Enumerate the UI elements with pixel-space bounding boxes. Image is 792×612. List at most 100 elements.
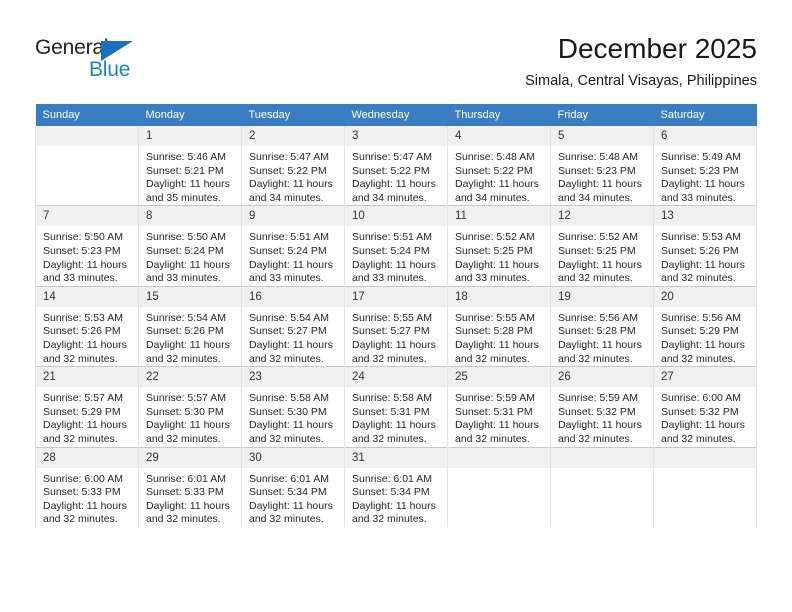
calendar-day-cell[interactable]: 17 Sunrise: 5:55 AM Sunset: 5:27 PM Dayligh… xyxy=(344,285,448,367)
day-daylight-line1-text: Daylight: 11 hours xyxy=(249,419,333,432)
day-number: 31 xyxy=(345,447,447,468)
calendar-day-cell[interactable]: 21 Sunrise: 5:57 AM Sunset: 5:29 PM Dayligh… xyxy=(35,366,139,447)
day-sun-info: Sunrise: 6:01 AM Sunset: 5:34 PM Daylight:… xyxy=(345,468,447,527)
day-number: 9 xyxy=(242,206,344,227)
day-number: 23 xyxy=(242,367,344,388)
calendar-week-row: 14 Sunrise: 5:53 AM Sunset: 5:26 PM Dayligh… xyxy=(35,285,757,367)
day-number: 17 xyxy=(345,286,447,307)
day-daylight-line1-text: Daylight: 11 hours xyxy=(455,419,539,432)
day-sunrise-text: Sunrise: 5:47 AM xyxy=(249,151,329,163)
weekday-header-friday: Friday xyxy=(550,104,654,126)
day-sunset-text: Sunset: 5:21 PM xyxy=(146,164,224,177)
day-number: 1 xyxy=(139,126,241,146)
day-sun-info: Sunrise: 5:46 AM Sunset: 5:21 PM Daylight:… xyxy=(139,146,241,205)
day-sun-info: Sunrise: 5:58 AM Sunset: 5:31 PM Daylight:… xyxy=(345,387,447,446)
calendar-day-cell[interactable]: 11 Sunrise: 5:52 AM Sunset: 5:25 PM Dayligh… xyxy=(447,205,551,287)
calendar-day-cell[interactable]: 28 Sunrise: 6:00 AM Sunset: 5:33 PM Dayligh… xyxy=(35,446,139,527)
day-daylight-line2-text: and 32 minutes. xyxy=(455,432,530,445)
calendar-day-cell[interactable]: 8 Sunrise: 5:50 AM Sunset: 5:24 PM Daylight… xyxy=(138,205,242,287)
day-daylight-line1-text: Daylight: 11 hours xyxy=(558,178,642,191)
day-sunrise-text: Sunrise: 5:51 AM xyxy=(249,231,329,244)
day-number: 2 xyxy=(242,126,344,146)
day-daylight-line1-text: Daylight: 11 hours xyxy=(558,258,642,271)
day-sunrise-text: Sunrise: 5:56 AM xyxy=(558,311,638,324)
day-sunset-text: Sunset: 5:25 PM xyxy=(558,244,636,257)
day-sunrise-text: Sunrise: 5:53 AM xyxy=(43,311,123,324)
calendar-day-cell[interactable]: 24 Sunrise: 5:58 AM Sunset: 5:31 PM Dayligh… xyxy=(344,366,448,447)
day-sun-info: Sunrise: 6:01 AM Sunset: 5:34 PM Daylight:… xyxy=(242,468,344,527)
calendar-day-cell[interactable]: 30 Sunrise: 6:01 AM Sunset: 5:34 PM Dayligh… xyxy=(241,446,345,527)
calendar-day-cell[interactable]: 15 Sunrise: 5:54 AM Sunset: 5:26 PM Dayligh… xyxy=(138,285,242,367)
calendar-day-cell[interactable]: 5 Sunrise: 5:48 AM Sunset: 5:23 PM Daylight… xyxy=(550,126,654,206)
day-daylight-line1-text: Daylight: 11 hours xyxy=(661,258,745,271)
calendar-day-cell[interactable]: 6 Sunrise: 5:49 AM Sunset: 5:23 PM Daylight… xyxy=(653,126,757,206)
day-number: 20 xyxy=(654,286,756,307)
day-sunrise-text: Sunrise: 5:49 AM xyxy=(661,151,741,163)
calendar-day-cell[interactable]: 26 Sunrise: 5:59 AM Sunset: 5:32 PM Dayligh… xyxy=(550,366,654,447)
day-number xyxy=(654,447,756,468)
day-sunset-text: Sunset: 5:24 PM xyxy=(352,244,430,257)
day-daylight-line1-text: Daylight: 11 hours xyxy=(146,419,230,432)
day-number xyxy=(551,447,653,468)
day-sunrise-text: Sunrise: 5:52 AM xyxy=(455,231,535,244)
calendar-day-cell[interactable]: 1 Sunrise: 5:46 AM Sunset: 5:21 PM Daylight… xyxy=(138,126,242,206)
calendar-day-cell[interactable]: 2 Sunrise: 5:47 AM Sunset: 5:22 PM Daylight… xyxy=(241,126,345,206)
day-number xyxy=(36,126,138,146)
day-sunrise-text: Sunrise: 5:54 AM xyxy=(146,311,226,324)
calendar-day-cell[interactable]: 18 Sunrise: 5:55 AM Sunset: 5:28 PM Dayligh… xyxy=(447,285,551,367)
calendar-body: 1 Sunrise: 5:46 AM Sunset: 5:21 PM Daylight… xyxy=(35,126,757,527)
calendar-day-cell[interactable]: 13 Sunrise: 5:53 AM Sunset: 5:26 PM Dayligh… xyxy=(653,205,757,287)
day-sun-info: Sunrise: 5:53 AM Sunset: 5:26 PM Daylight:… xyxy=(654,226,756,285)
calendar-day-cell[interactable]: 23 Sunrise: 5:58 AM Sunset: 5:30 PM Dayligh… xyxy=(241,366,345,447)
calendar-day-cell[interactable]: 10 Sunrise: 5:51 AM Sunset: 5:24 PM Dayligh… xyxy=(344,205,448,287)
day-number: 7 xyxy=(36,206,138,227)
calendar-day-cell[interactable]: 4 Sunrise: 5:48 AM Sunset: 5:22 PM Daylight… xyxy=(447,126,551,206)
day-daylight-line1-text: Daylight: 11 hours xyxy=(352,499,436,512)
weekday-header-thursday: Thursday xyxy=(447,104,551,126)
calendar-day-cell[interactable]: 19 Sunrise: 5:56 AM Sunset: 5:28 PM Dayligh… xyxy=(550,285,654,367)
day-daylight-line2-text: and 32 minutes. xyxy=(558,352,633,365)
day-daylight-line1-text: Daylight: 11 hours xyxy=(146,338,230,351)
day-daylight-line2-text: and 32 minutes. xyxy=(661,432,736,445)
day-number: 29 xyxy=(139,447,241,468)
calendar-day-cell[interactable]: 7 Sunrise: 5:50 AM Sunset: 5:23 PM Daylight… xyxy=(35,205,139,287)
day-sunrise-text: Sunrise: 5:59 AM xyxy=(455,392,535,405)
day-daylight-line1-text: Daylight: 11 hours xyxy=(455,178,539,191)
day-daylight-line1-text: Daylight: 11 hours xyxy=(249,499,333,512)
day-daylight-line2-text: and 32 minutes. xyxy=(558,432,633,445)
calendar-day-cell[interactable]: 9 Sunrise: 5:51 AM Sunset: 5:24 PM Daylight… xyxy=(241,205,345,287)
calendar-day-cell[interactable]: 22 Sunrise: 5:57 AM Sunset: 5:30 PM Dayligh… xyxy=(138,366,242,447)
day-daylight-line2-text: and 32 minutes. xyxy=(249,352,324,365)
day-daylight-line1-text: Daylight: 11 hours xyxy=(43,419,127,432)
calendar-day-cell[interactable]: 3 Sunrise: 5:47 AM Sunset: 5:22 PM Daylight… xyxy=(344,126,448,206)
calendar-day-cell-empty xyxy=(550,446,654,527)
day-daylight-line1-text: Daylight: 11 hours xyxy=(43,499,127,512)
day-sunset-text: Sunset: 5:22 PM xyxy=(352,164,430,177)
day-daylight-line2-text: and 34 minutes. xyxy=(352,191,427,204)
day-sun-info: Sunrise: 5:47 AM Sunset: 5:22 PM Daylight:… xyxy=(345,146,447,205)
day-sun-info: Sunrise: 5:50 AM Sunset: 5:24 PM Daylight:… xyxy=(139,226,241,285)
day-daylight-line1-text: Daylight: 11 hours xyxy=(146,178,230,191)
day-sunrise-text: Sunrise: 5:48 AM xyxy=(558,151,638,163)
calendar-week-row: 21 Sunrise: 5:57 AM Sunset: 5:29 PM Dayligh… xyxy=(35,366,757,447)
calendar-day-cell[interactable]: 31 Sunrise: 6:01 AM Sunset: 5:34 PM Dayligh… xyxy=(344,446,448,527)
day-daylight-line2-text: and 32 minutes. xyxy=(661,272,736,285)
day-number: 5 xyxy=(551,126,653,146)
day-number: 10 xyxy=(345,206,447,227)
calendar-day-cell[interactable]: 29 Sunrise: 6:01 AM Sunset: 5:33 PM Dayligh… xyxy=(138,446,242,527)
calendar-day-cell[interactable]: 12 Sunrise: 5:52 AM Sunset: 5:25 PM Dayligh… xyxy=(550,205,654,287)
calendar-day-cell[interactable]: 20 Sunrise: 5:56 AM Sunset: 5:29 PM Dayligh… xyxy=(653,285,757,367)
day-sun-info: Sunrise: 5:51 AM Sunset: 5:24 PM Daylight:… xyxy=(345,226,447,285)
day-sun-info: Sunrise: 5:54 AM Sunset: 5:26 PM Daylight:… xyxy=(139,307,241,366)
calendar-day-cell[interactable]: 16 Sunrise: 5:54 AM Sunset: 5:27 PM Dayligh… xyxy=(241,285,345,367)
generalblue-logo: General Blue xyxy=(35,36,165,82)
day-sunset-text: Sunset: 5:27 PM xyxy=(352,325,430,338)
day-sunset-text: Sunset: 5:22 PM xyxy=(455,164,533,177)
day-sunset-text: Sunset: 5:27 PM xyxy=(249,325,327,338)
day-daylight-line2-text: and 33 minutes. xyxy=(146,272,221,285)
calendar-day-cell[interactable]: 27 Sunrise: 6:00 AM Sunset: 5:32 PM Dayligh… xyxy=(653,366,757,447)
day-number: 3 xyxy=(345,126,447,146)
day-sunset-text: Sunset: 5:30 PM xyxy=(249,405,327,418)
calendar-day-cell[interactable]: 25 Sunrise: 5:59 AM Sunset: 5:31 PM Dayligh… xyxy=(447,366,551,447)
calendar-day-cell[interactable]: 14 Sunrise: 5:53 AM Sunset: 5:26 PM Dayligh… xyxy=(35,285,139,367)
